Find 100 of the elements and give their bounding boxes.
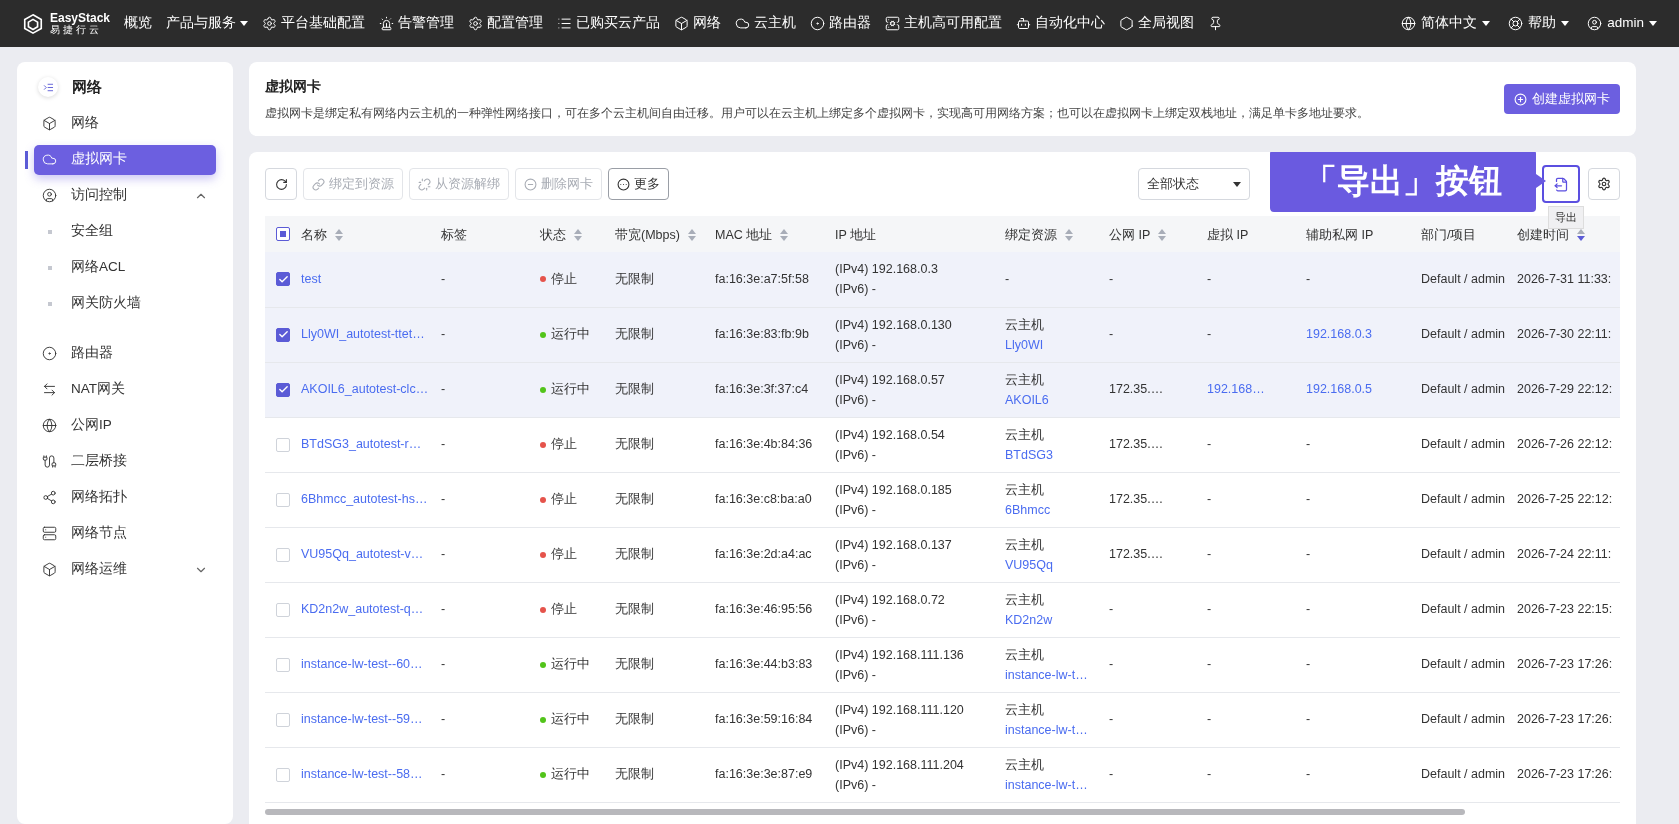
name-link[interactable]: instance-lw-test--59…: [301, 692, 441, 747]
sidebar-item[interactable]: 网络运维: [34, 554, 216, 585]
table-cell: 2026-7-23 17:26:: [1517, 747, 1620, 802]
sidebar-item[interactable]: NAT网关: [34, 374, 216, 405]
nav-item[interactable]: 自动化中心: [1016, 13, 1106, 34]
name-link[interactable]: BTdSG3_autotest-r…: [301, 417, 441, 472]
table-cell: -: [1109, 252, 1207, 307]
ipv6-address: (IPv6) -: [835, 666, 876, 684]
table-cell: fa:16:3e:46:95:56: [715, 582, 835, 637]
nav-item[interactable]: 主机高可用配置: [885, 13, 1003, 34]
sidebar-item[interactable]: 虚拟网卡: [34, 144, 216, 175]
header-menu[interactable]: 帮助: [1508, 13, 1570, 34]
circle-dot-icon: [42, 346, 57, 361]
sort-icon[interactable]: [574, 229, 582, 242]
resource-link[interactable]: 6Bhmcc: [1005, 499, 1051, 520]
name-link[interactable]: Lly0WI_autotest-ttet…: [301, 307, 441, 362]
sidebar-item[interactable]: 访问控制: [34, 180, 216, 211]
name-link[interactable]: instance-lw-test--60…: [301, 637, 441, 692]
name-link[interactable]: test: [301, 252, 441, 307]
name-link[interactable]: VU95Qq_autotest-v…: [301, 527, 441, 582]
header-menu[interactable]: 简体中文: [1401, 13, 1491, 34]
create-button[interactable]: 创建虚拟网卡: [1504, 84, 1620, 114]
user-icon: [1587, 16, 1603, 31]
nav-item[interactable]: 网络: [674, 13, 722, 34]
resource-link[interactable]: BTdSG3: [1005, 444, 1053, 465]
column-header[interactable]: 带宽(Mbps): [615, 226, 696, 245]
nav-item[interactable]: 云主机: [735, 13, 797, 34]
table-cell: -: [1207, 747, 1306, 802]
resource-link[interactable]: KD2n2w: [1005, 609, 1053, 630]
nav-item[interactable]: 产品与服务: [166, 13, 249, 34]
cube-icon: [674, 16, 690, 31]
sort-icon[interactable]: [1158, 229, 1167, 242]
column-header[interactable]: 创建时间: [1517, 226, 1585, 245]
nav-item[interactable]: 平台基础配置: [262, 13, 366, 34]
table-cell: fa:16:3e:3e:87:e9: [715, 747, 835, 802]
row-checkbox[interactable]: [276, 382, 290, 397]
name-link[interactable]: instance-lw-test--58…: [301, 747, 441, 802]
sidebar-item[interactable]: 网关防火墙: [34, 288, 216, 319]
nav-item[interactable]: 配置管理: [468, 13, 544, 34]
resource-type: 云主机: [1005, 756, 1044, 774]
table-cell: 172.35.…: [1109, 362, 1207, 417]
table-cell: -: [1109, 637, 1207, 692]
arrows-icon: [42, 382, 57, 397]
menu-icon[interactable]: [38, 77, 58, 98]
sidebar-item[interactable]: 安全组: [34, 216, 216, 247]
column-header[interactable]: 绑定资源: [1005, 226, 1073, 245]
nav-item[interactable]: 已购买云产品: [557, 13, 661, 34]
toolbar-button[interactable]: 更多: [608, 168, 669, 200]
sidebar-item[interactable]: 二层桥接: [34, 446, 216, 477]
ipv6-address: (IPv6) -: [835, 336, 876, 354]
sidebar-item[interactable]: 网络拓扑: [34, 482, 216, 513]
table-cell: 2026-7-31 11:33:: [1517, 252, 1620, 307]
ipv6-address: (IPv6) -: [835, 391, 876, 409]
status-select[interactable]: 全部状态: [1138, 168, 1250, 200]
sidebar-item[interactable]: 路由器: [34, 338, 216, 369]
column-header[interactable]: 状态: [540, 226, 582, 245]
export-button[interactable]: [1542, 165, 1580, 203]
table-cell: -: [441, 417, 540, 472]
table-cell: -: [441, 637, 540, 692]
name-link[interactable]: 6Bhmcc_autotest-hs…: [301, 472, 441, 527]
resource-link[interactable]: AKOIL6: [1005, 389, 1049, 410]
cube-icon: [42, 116, 57, 131]
resource-type: 云主机: [1005, 316, 1044, 334]
user-icon: [42, 188, 57, 203]
column-header[interactable]: 公网 IP: [1109, 226, 1167, 245]
resource-link[interactable]: Lly0WI: [1005, 334, 1044, 355]
sort-icon[interactable]: [1577, 229, 1585, 242]
name-link[interactable]: AKOIL6_autotest-clc…: [301, 362, 441, 417]
name-link[interactable]: KD2n2w_autotest-q…: [301, 582, 441, 637]
sort-icon[interactable]: [687, 229, 696, 242]
resource-link[interactable]: instance-lw-t…: [1005, 719, 1088, 740]
select-all-checkbox[interactable]: [276, 227, 290, 241]
sidebar-item[interactable]: 网络: [34, 108, 216, 139]
pin-icon[interactable]: [1208, 16, 1224, 31]
nav-item[interactable]: 路由器: [810, 13, 872, 34]
header-menu[interactable]: admin: [1587, 13, 1657, 34]
row-checkbox[interactable]: [276, 272, 290, 287]
sidebar-item[interactable]: 公网IP: [34, 410, 216, 441]
table-cell: -: [1306, 417, 1421, 472]
status-text: 运行中: [551, 381, 590, 399]
settings-button[interactable]: [1588, 168, 1620, 200]
nav-item[interactable]: 告警管理: [379, 13, 455, 34]
resource-link[interactable]: instance-lw-t…: [1005, 774, 1088, 795]
column-header[interactable]: 名称: [301, 226, 343, 245]
row-checkbox[interactable]: [276, 327, 290, 342]
scrollbar[interactable]: [265, 808, 1465, 815]
resource-link[interactable]: VU95Qq: [1005, 554, 1053, 575]
sidebar-item[interactable]: 网络ACL: [34, 252, 216, 283]
sidebar-item[interactable]: 网络节点: [34, 518, 216, 549]
status-text: 运行中: [551, 711, 590, 729]
table-cell: fa:16:3e:59:16:84: [715, 692, 835, 747]
resource-link[interactable]: instance-lw-t…: [1005, 664, 1088, 685]
nav-item[interactable]: 概览: [124, 13, 153, 34]
column-header[interactable]: MAC 地址: [715, 226, 789, 245]
nav-item[interactable]: 全局视图: [1119, 13, 1195, 34]
sort-icon[interactable]: [780, 229, 789, 242]
table-cell: 2026-7-26 22:12:: [1517, 417, 1620, 472]
sort-icon[interactable]: [335, 229, 343, 242]
refresh-button[interactable]: [265, 168, 297, 200]
sort-icon[interactable]: [1065, 229, 1073, 242]
